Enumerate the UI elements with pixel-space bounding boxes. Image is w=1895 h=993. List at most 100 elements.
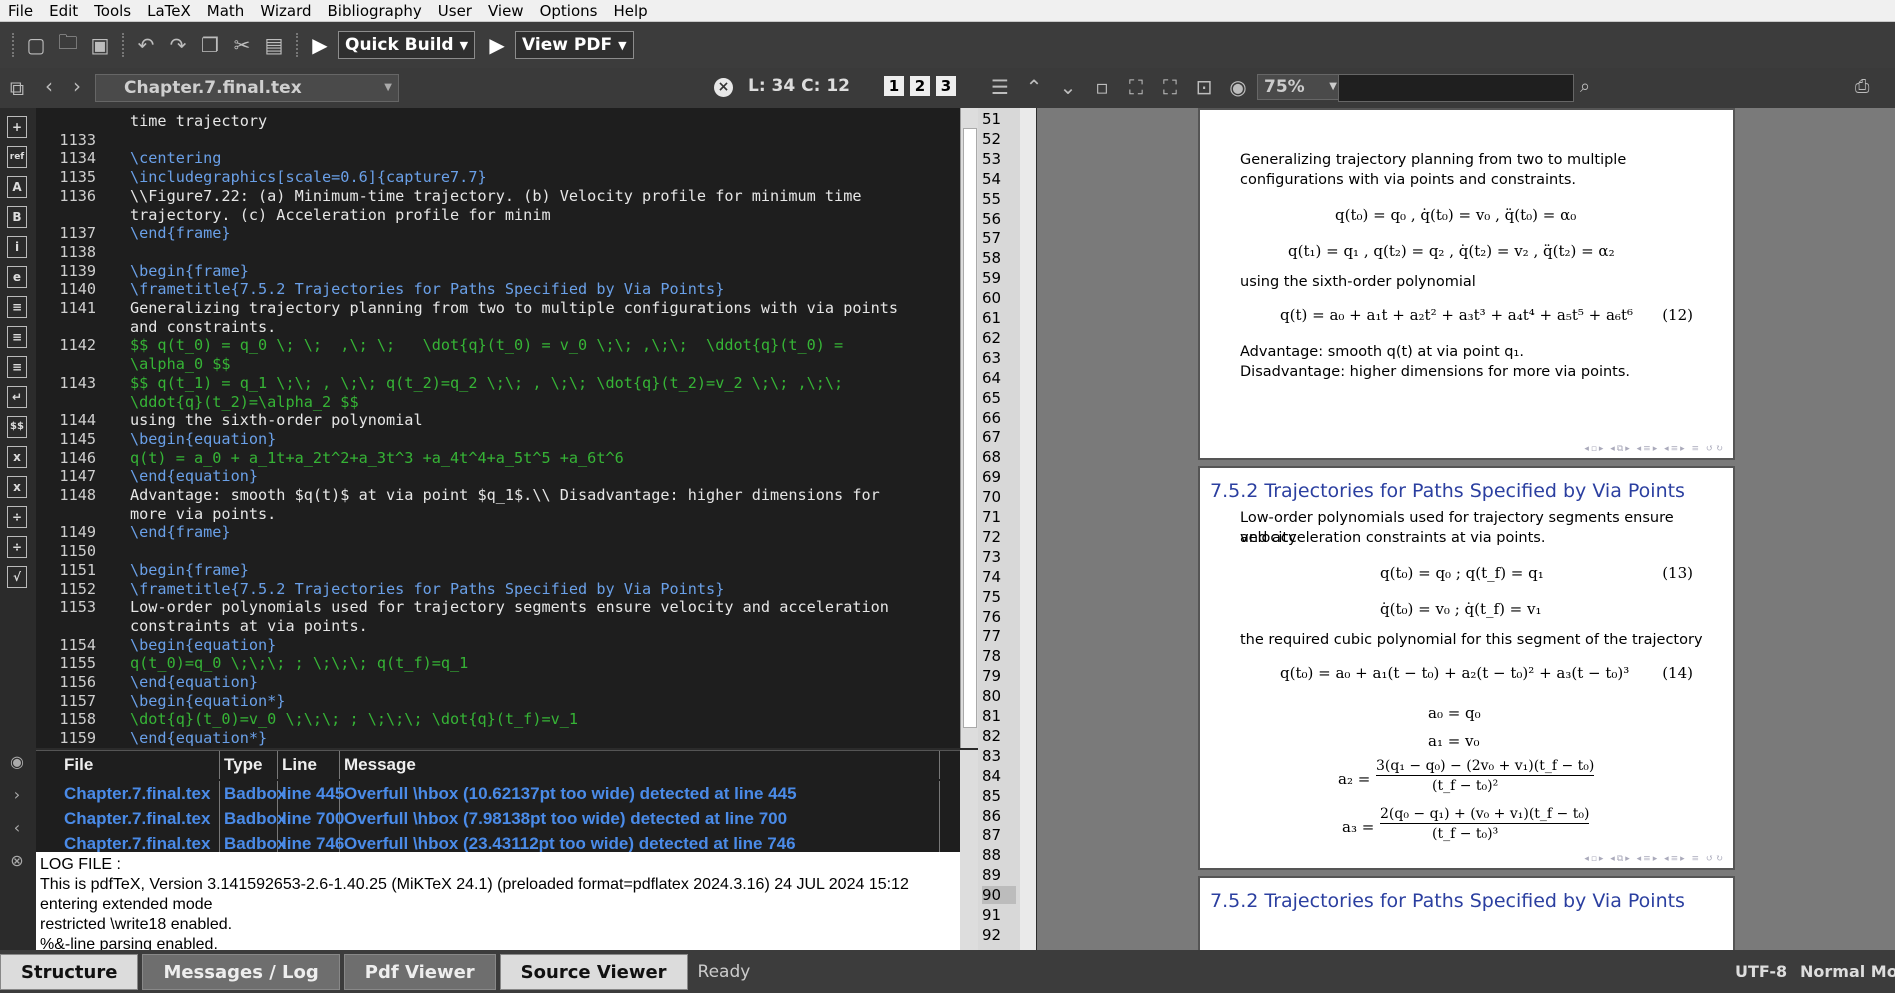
structure-line-number[interactable]: 59 [982,269,1001,287]
structure-line-number[interactable]: 90 [982,886,1016,905]
bold-icon[interactable]: B [7,206,27,228]
save-icon[interactable]: ▣ [84,29,116,61]
emphasis-icon[interactable]: e [7,266,27,288]
tab-messages-log[interactable]: Messages / Log [142,953,340,990]
structure-line-number[interactable]: 87 [982,826,1001,844]
menu-options[interactable]: Options [532,0,606,22]
message-row[interactable]: Chapter.7.final.tex Badbox line 445 Overful… [36,781,960,806]
open-folder-icon[interactable]: 🗀 [52,29,84,61]
structure-line-number[interactable]: 71 [982,508,1001,526]
structure-line-number[interactable]: 82 [982,727,1001,745]
clear-icon[interactable]: ⊗ [10,851,23,870]
font-size-icon[interactable]: A [7,176,27,198]
structure-toggle-icon[interactable]: ⧉ [2,76,32,100]
editor-scrollbar[interactable] [960,108,978,748]
editor-scroll-thumb[interactable] [963,128,977,728]
next-icon[interactable]: › [14,785,20,804]
messages-header-type[interactable]: Type [220,751,278,779]
menu-math[interactable]: Math [199,0,253,22]
view-3-button[interactable]: 3 [936,76,956,96]
tab-source-viewer[interactable]: Source Viewer [499,953,688,990]
structure-line-number[interactable]: 75 [982,588,1001,606]
messages-scrollbar[interactable] [960,750,978,852]
structure-line-number[interactable]: 78 [982,647,1001,665]
insert-icon[interactable]: + [7,116,27,138]
list-icon[interactable]: ☰ [985,75,1015,99]
structure-line-number[interactable]: 68 [982,448,1001,466]
zoom-box-icon[interactable]: ⛶ [1155,75,1185,99]
zoom-fit-icon[interactable]: ⊡ [1189,75,1219,99]
view-1-button[interactable]: 1 [884,76,904,96]
run-view-icon[interactable]: ▶ [481,29,513,61]
structure-line-number[interactable]: 79 [982,667,1001,685]
math-mode-icon[interactable]: $$ [7,416,27,438]
structure-line-number[interactable]: 76 [982,608,1001,626]
structure-line-number[interactable]: 51 [982,110,1001,128]
previous-icon[interactable]: ‹ [14,818,20,837]
undo-icon[interactable]: ↶ [130,29,162,61]
structure-line-number[interactable]: 70 [982,488,1001,506]
fit-width-icon[interactable]: ⛶ [1121,75,1151,99]
eye-icon[interactable]: ◉ [1223,75,1253,99]
structure-line-number[interactable]: 83 [982,747,1001,765]
log-scrollbar[interactable] [960,852,978,950]
structure-line-number[interactable]: 56 [982,210,1001,228]
structure-line-number[interactable]: 53 [982,150,1001,168]
view-pdf-button[interactable]: View PDF ▼ [515,31,634,59]
structure-line-number[interactable]: 89 [982,866,1001,884]
search-icon[interactable]: ⌕ [1580,76,1590,97]
align-left-icon[interactable]: ≡ [7,296,27,318]
view-2-button[interactable]: 2 [910,76,930,96]
menu-edit[interactable]: Edit [41,0,86,22]
structure-line-number[interactable]: 54 [982,170,1001,188]
menu-file[interactable]: File [0,0,41,22]
messages-header-file[interactable]: File [60,751,220,779]
structure-line-number[interactable]: 66 [982,409,1001,427]
menu-latex[interactable]: LaTeX [139,0,199,22]
structure-line-number[interactable]: 55 [982,190,1001,208]
structure-line-number[interactable]: 62 [982,329,1001,347]
structure-line-number[interactable]: 64 [982,369,1001,387]
structure-line-number[interactable]: 67 [982,428,1001,446]
tab-structure[interactable]: Structure [0,953,139,990]
structure-line-number[interactable]: 57 [982,229,1001,247]
structure-line-number[interactable]: 74 [982,568,1001,586]
page-up-icon[interactable]: ⌃ [1019,75,1049,99]
source-editor[interactable]: time trajectory 1133 1134 \centering 1135 \in… [36,108,960,748]
subscript-icon[interactable]: x [7,446,27,468]
dfrac-icon[interactable]: ÷ [7,536,27,558]
zoom-selector[interactable]: 75% ▼ [1257,74,1343,100]
structure-line-number[interactable]: 80 [982,687,1001,705]
menu-help[interactable]: Help [605,0,655,22]
structure-line-number[interactable]: 84 [982,767,1001,785]
menu-wizard[interactable]: Wizard [252,0,319,22]
copy-icon[interactable]: ❐ [194,29,226,61]
structure-line-number[interactable]: 69 [982,468,1001,486]
structure-line-number[interactable]: 86 [982,807,1001,825]
print-icon[interactable]: ⎙ [1855,76,1869,97]
redo-icon[interactable]: ↷ [162,29,194,61]
structure-line-number[interactable]: 63 [982,349,1001,367]
structure-scrollbar[interactable] [1020,108,1036,950]
structure-line-number[interactable]: 52 [982,130,1001,148]
structure-line-number[interactable]: 85 [982,787,1001,805]
structure-line-number[interactable]: 61 [982,309,1001,327]
structure-line-number[interactable]: 91 [982,906,1001,924]
structure-line-number[interactable]: 65 [982,389,1001,407]
structure-line-number[interactable]: 58 [982,249,1001,267]
menu-tools[interactable]: Tools [86,0,139,22]
new-file-icon[interactable]: ▢ [20,29,52,61]
paste-icon[interactable]: ▤ [258,29,290,61]
encoding-indicator[interactable]: UTF-8 [1735,962,1787,981]
align-center-icon[interactable]: ≡ [7,326,27,348]
superscript-icon[interactable]: x [7,476,27,498]
forward-icon[interactable]: › [62,74,92,98]
structure-line-number[interactable]: 60 [982,289,1001,307]
run-build-icon[interactable]: ▶ [304,29,336,61]
page-down-icon[interactable]: ⌄ [1053,75,1083,99]
tab-pdf-viewer[interactable]: Pdf Viewer [343,953,496,990]
structure-line-number[interactable]: 88 [982,846,1001,864]
align-right-icon[interactable]: ≡ [7,356,27,378]
quick-build-button[interactable]: Quick Build ▼ [338,31,476,59]
cut-icon[interactable]: ✂ [226,29,258,61]
